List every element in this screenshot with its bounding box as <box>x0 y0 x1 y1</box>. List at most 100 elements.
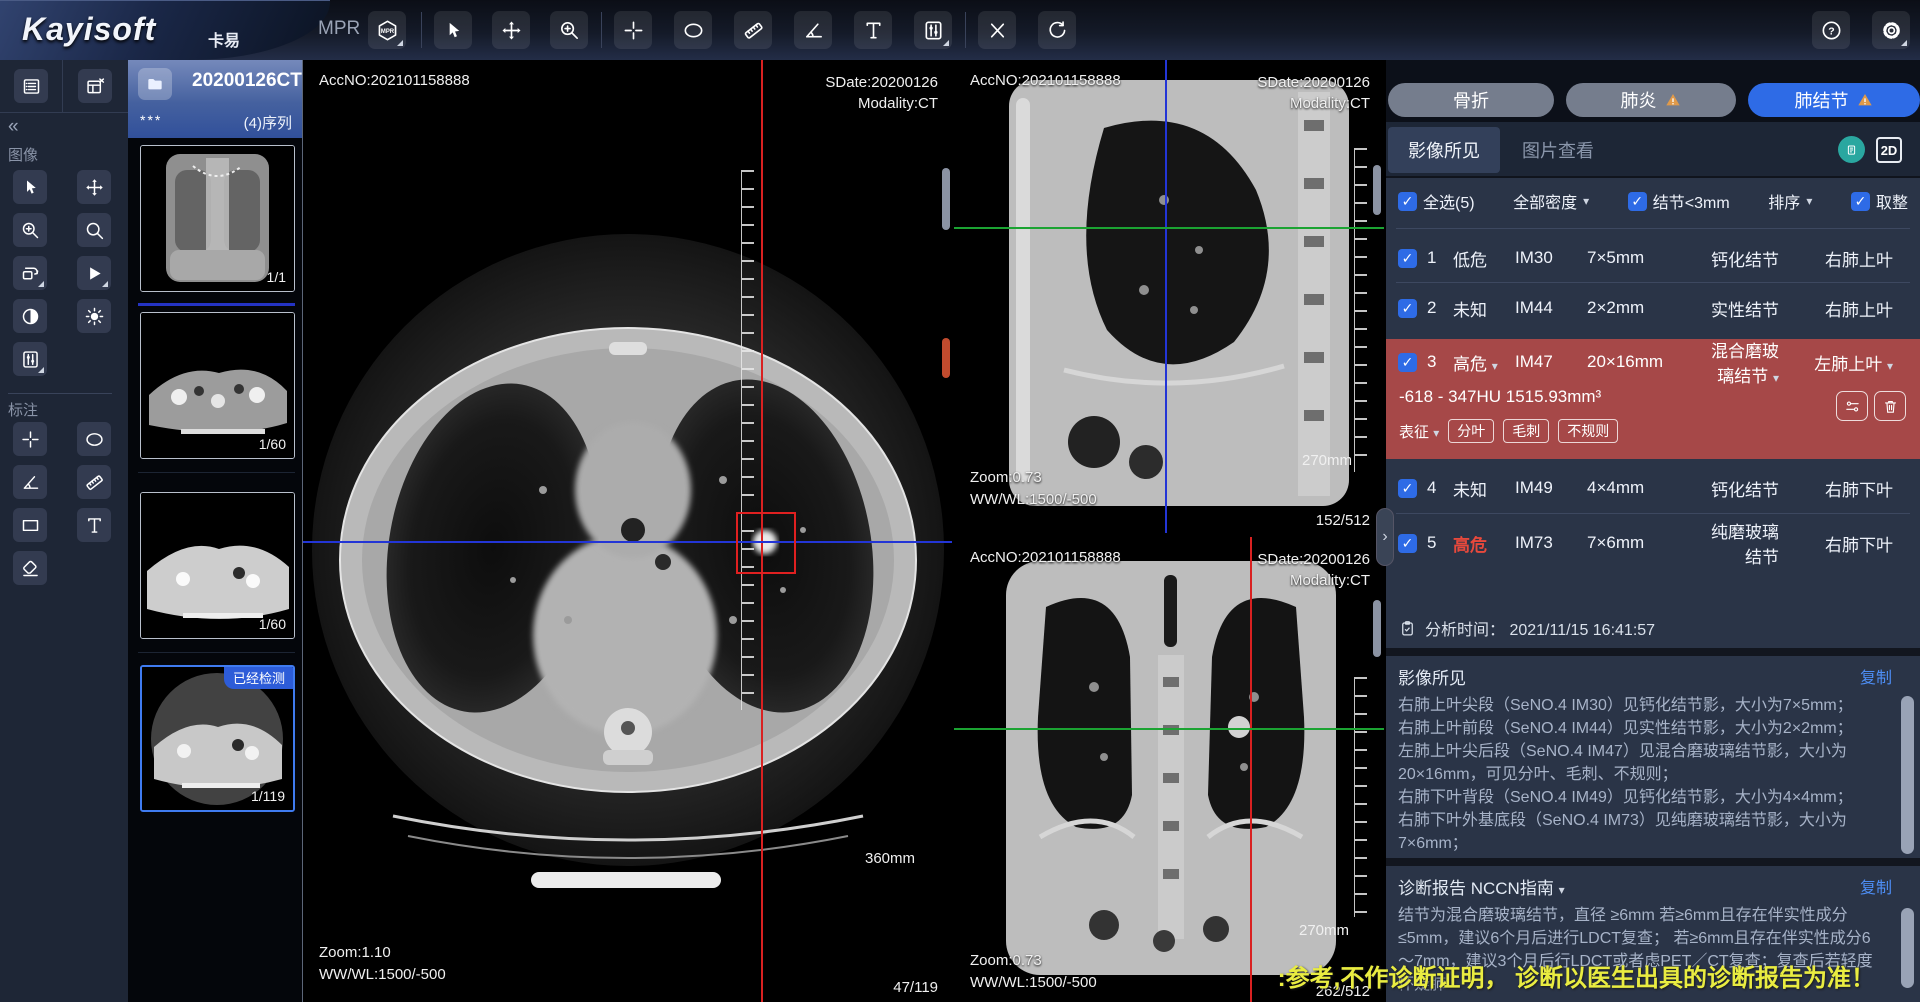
rail-zoom-in-button[interactable] <box>13 213 47 247</box>
window-level-button[interactable] <box>914 11 952 49</box>
crosshair-tool-button[interactable] <box>614 11 652 49</box>
series-thumbnail-2[interactable]: 1/60 <box>140 312 295 459</box>
crosshair-horizontal-blue[interactable] <box>303 541 952 543</box>
rail-rectangle-button[interactable] <box>13 508 47 542</box>
nodule-row-3-main[interactable]: ✓ 3 高危 ▾ IM47 20×16mm 混合磨玻璃结节 ▾ 左肺上叶 ▾ <box>1386 339 1920 379</box>
check-icon: ✓ <box>1402 300 1414 317</box>
scale-label: 270mm <box>1302 452 1352 469</box>
rounding-filter[interactable]: ✓ 取整 <box>1851 189 1908 213</box>
pointer-tool-button[interactable] <box>434 11 472 49</box>
followup-compare-button[interactable] <box>1836 391 1868 421</box>
nodule-row-4[interactable]: ✓ 4 未知 IM49 4×4mm 钙化结节 右肺下叶 <box>1386 470 1920 506</box>
crosshair-vertical-blue[interactable] <box>1165 60 1167 533</box>
2d-mode-button[interactable]: 2D <box>1876 137 1902 163</box>
text-tool-button[interactable] <box>854 11 892 49</box>
rail-brightness-button[interactable] <box>77 299 111 333</box>
coronal-viewport[interactable]: 270mm AccNO:202101158888 SDate:20200126 … <box>954 537 1384 1002</box>
nodule-row-1[interactable]: ✓ 1 低危 IM30 7×5mm 钙化结节 右肺上叶 <box>1386 240 1920 276</box>
series-thumbnail-4-selected[interactable]: 已经检测 1/119 <box>140 665 295 812</box>
crosshair-horizontal-green[interactable] <box>954 728 1384 730</box>
lung-nodule-tab[interactable]: 肺结节 <box>1748 83 1920 117</box>
slice-scrollbar-thumb[interactable] <box>1373 165 1381 215</box>
findings-copy-link[interactable]: 复制 <box>1860 664 1892 688</box>
crosshair-vertical-red[interactable] <box>1250 537 1252 1002</box>
axial-viewport[interactable]: 360mm AccNO:202101158888 SDate:20200126 … <box>302 60 952 1002</box>
collapse-panel-icon[interactable]: « <box>8 116 19 138</box>
report-scrollbar-thumb[interactable] <box>1901 908 1914 988</box>
mpr-layout-button[interactable]: MPR <box>368 11 406 49</box>
tab-findings[interactable]: 影像所见 <box>1388 127 1500 173</box>
feature-chip-spiculated[interactable]: 毛刺 <box>1503 419 1549 443</box>
slice-position-marker[interactable] <box>942 338 950 378</box>
tab-image-view[interactable]: 图片查看 <box>1502 127 1614 173</box>
rail-crosshair-button[interactable] <box>13 422 47 456</box>
series-thumbnail-3[interactable]: 1/60 <box>140 492 295 639</box>
feature-chip-lobulated[interactable]: 分叶 <box>1448 419 1494 443</box>
series-list-button[interactable] <box>14 69 48 103</box>
nodule-roi-box[interactable] <box>736 512 796 574</box>
zoom-tool-button[interactable] <box>550 11 588 49</box>
open-study-button[interactable] <box>138 68 172 100</box>
rail-magnifier-button[interactable] <box>77 213 111 247</box>
report-chat-button[interactable] <box>1838 136 1865 163</box>
checkbox-checked-icon[interactable]: ✓ <box>1851 192 1870 211</box>
report-copy-link[interactable]: 复制 <box>1860 874 1892 898</box>
checkbox-checked-icon[interactable]: ✓ <box>1628 192 1647 211</box>
nodule-location-dropdown[interactable]: 左肺上叶 ▾ <box>1789 350 1893 375</box>
small-nodule-filter[interactable]: ✓ 结节<3mm <box>1628 189 1730 213</box>
checkbox-checked-icon[interactable]: ✓ <box>1398 353 1417 372</box>
series-count: (4)序列 <box>244 112 292 133</box>
nodule-row-2[interactable]: ✓ 2 未知 IM44 2×2mm 实性结节 右肺上叶 <box>1386 290 1920 326</box>
checkbox-checked-icon[interactable]: ✓ <box>1398 479 1417 498</box>
nodule-number: 4 <box>1427 478 1443 498</box>
select-all-filter[interactable]: ✓ 全选(5) <box>1398 189 1475 213</box>
fracture-tab[interactable]: 骨折 <box>1388 83 1554 117</box>
rail-ruler-button[interactable] <box>77 465 111 499</box>
pan-tool-button[interactable] <box>492 11 530 49</box>
crosshair-horizontal-green[interactable] <box>954 227 1384 229</box>
rail-ellipse-button[interactable] <box>77 422 111 456</box>
rail-cine-play-button[interactable] <box>77 256 111 290</box>
nodule-type-dropdown[interactable]: 混合磨玻璃结节 ▾ <box>1709 337 1779 387</box>
layout-close-button[interactable] <box>78 69 112 103</box>
checkbox-checked-icon[interactable]: ✓ <box>1398 192 1417 211</box>
sort-dropdown[interactable]: 排序 ▾ <box>1768 189 1812 213</box>
feature-dropdown[interactable]: 表征 ▾ <box>1399 421 1439 442</box>
nodule-row-5[interactable]: ✓ 5 高危 IM73 7×6mm 纯磨玻璃结节 右肺下叶 <box>1386 525 1920 561</box>
rail-invert-button[interactable] <box>13 299 47 333</box>
delete-nodule-button[interactable] <box>1874 391 1906 421</box>
ellipse-tool-button[interactable] <box>674 11 712 49</box>
rail-pan-button[interactable] <box>77 170 111 204</box>
rail-angle-button[interactable] <box>13 465 47 499</box>
rail-text-button[interactable] <box>77 508 111 542</box>
slice-scrollbar-thumb[interactable] <box>942 168 950 230</box>
settings-button[interactable] <box>1872 11 1910 49</box>
rail-window-level-button[interactable] <box>13 342 47 376</box>
series-thumbnail-1[interactable]: 1/1 <box>140 145 295 292</box>
rail-rotate-button[interactable] <box>13 256 47 290</box>
caret-down-icon[interactable]: ▾ <box>1559 883 1565 897</box>
help-button[interactable]: ? <box>1812 11 1850 49</box>
checkbox-checked-icon[interactable]: ✓ <box>1398 249 1417 268</box>
checkbox-checked-icon[interactable]: ✓ <box>1398 299 1417 318</box>
nodule-risk-dropdown[interactable]: 高危 ▾ <box>1453 350 1505 375</box>
delete-annotation-button[interactable] <box>978 11 1016 49</box>
feature-chip-irregular[interactable]: 不规则 <box>1558 419 1618 443</box>
angle-tool-button[interactable] <box>794 11 832 49</box>
slice-scrollbar-thumb[interactable] <box>1373 600 1381 657</box>
reset-button[interactable] <box>1038 11 1076 49</box>
findings-scrollbar-thumb[interactable] <box>1901 696 1914 854</box>
checkbox-checked-icon[interactable]: ✓ <box>1398 534 1417 553</box>
caret-down-icon: ▾ <box>1583 194 1589 208</box>
panel-collapse-handle[interactable]: › <box>1376 508 1394 566</box>
rail-eraser-button[interactable] <box>13 551 47 585</box>
nodule-row-3-selected[interactable]: ✓ 3 高危 ▾ IM47 20×16mm 混合磨玻璃结节 ▾ 左肺上叶 ▾ -… <box>1386 339 1920 459</box>
select-all-label: 全选(5) <box>1423 189 1475 213</box>
density-filter-dropdown[interactable]: 全部密度 ▾ <box>1513 189 1589 213</box>
pneumonia-tab[interactable]: 肺炎 <box>1566 83 1736 117</box>
rail-pointer-button[interactable] <box>13 170 47 204</box>
ai-analysis-panel: 骨折 肺炎 肺结节 影像所见 图片查看 2D ✓ 全选(5) 全部密度 ▾ <box>1386 60 1920 1002</box>
ruler-tool-button[interactable] <box>734 11 772 49</box>
check-icon: ✓ <box>1402 250 1414 267</box>
sagittal-viewport[interactable]: 270mm AccNO:202101158888 SDate:20200126 … <box>954 60 1384 533</box>
